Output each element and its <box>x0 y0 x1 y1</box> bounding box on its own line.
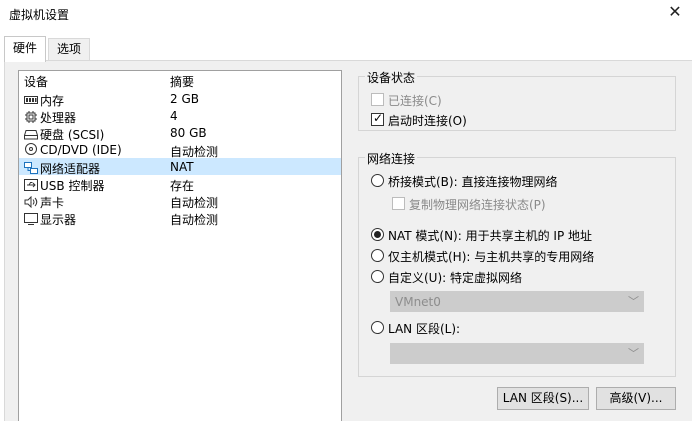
usb-icon <box>24 179 38 191</box>
radio-selected-dot <box>374 231 381 238</box>
chevron-down-icon: ﹀ <box>628 347 639 360</box>
tab-options[interactable]: 选项 <box>48 38 91 60</box>
host-only-label: 仅主机模式(H): 与主机共享的专用网络 <box>388 250 595 264</box>
device-status-title: 设备状态 <box>365 69 418 86</box>
title-bar: 虚拟机设置 ✕ <box>0 0 692 26</box>
lan-segments-button[interactable]: LAN 区段(S)... <box>497 387 589 410</box>
device-row-cd-dvd[interactable]: CD/DVD (IDE) 自动检测 <box>19 141 341 159</box>
device-name: 处理器 <box>40 111 77 125</box>
lan-segment-radio[interactable] <box>371 321 384 334</box>
device-summary: 自动检测 <box>170 213 219 227</box>
network-icon <box>24 162 38 174</box>
connect-at-power-on-label: 启动时连接(O) <box>388 114 467 128</box>
tab-strip: 硬件 选项 <box>0 36 692 62</box>
connected-checkbox[interactable] <box>371 93 384 106</box>
custom-radio[interactable] <box>371 270 384 283</box>
device-summary: 4 <box>170 109 178 123</box>
device-name: 网络适配器 <box>40 162 101 176</box>
custom-network-value: VMnet0 <box>395 295 441 309</box>
device-summary: NAT <box>170 160 194 174</box>
monitor-icon <box>24 213 38 225</box>
processor-icon <box>25 111 37 123</box>
device-summary: 80 GB <box>170 126 207 140</box>
connect-at-power-on-checkbox[interactable]: ✓ <box>371 111 384 126</box>
device-row-display[interactable]: 显示器 自动检测 <box>19 209 341 227</box>
replicate-state-checkbox[interactable] <box>392 197 405 210</box>
network-connection-title: 网络连接 <box>365 150 418 167</box>
nat-radio[interactable] <box>371 228 384 241</box>
column-header-device[interactable]: 设备 <box>24 73 48 90</box>
device-name: 显示器 <box>40 213 77 227</box>
lan-segment-select[interactable]: ﹀ <box>390 343 644 364</box>
custom-label: 自定义(U): 特定虚拟网络 <box>388 271 523 285</box>
nat-label: NAT 模式(N): 用于共享主机的 IP 地址 <box>388 229 593 243</box>
device-list[interactable]: 设备 摘要 内存 2 GB 处理器 4 硬盘 (SCSI) 80 GB CD/D… <box>18 70 342 421</box>
device-row-harddisk[interactable]: 硬盘 (SCSI) 80 GB <box>19 124 341 142</box>
device-name: 内存 <box>40 94 65 108</box>
column-header-summary[interactable]: 摘要 <box>170 73 194 90</box>
chevron-down-icon: ﹀ <box>628 295 639 308</box>
device-name: 硬盘 (SCSI) <box>40 128 105 142</box>
bridged-label: 桥接模式(B): 直接连接物理网络 <box>388 175 558 189</box>
device-row-processor[interactable]: 处理器 4 <box>19 107 341 125</box>
host-only-radio[interactable] <box>371 249 384 262</box>
replicate-state-label: 复制物理网络连接状态(P) <box>409 198 546 212</box>
lan-segment-label: LAN 区段(L): <box>388 322 461 336</box>
harddisk-icon <box>24 130 38 140</box>
device-name: USB 控制器 <box>40 179 105 193</box>
device-summary: 2 GB <box>170 92 199 106</box>
device-row-network-adapter[interactable]: 网络适配器 NAT <box>19 158 341 176</box>
window-title: 虚拟机设置 <box>9 8 70 22</box>
device-row-memory[interactable]: 内存 2 GB <box>19 90 341 108</box>
checkmark-icon: ✓ <box>373 111 384 125</box>
memory-icon <box>24 96 38 104</box>
connected-label: 已连接(C) <box>388 94 442 108</box>
close-icon[interactable]: ✕ <box>664 2 686 22</box>
sound-icon <box>24 196 38 208</box>
device-list-header: 设备 摘要 <box>19 71 341 89</box>
device-name: CD/DVD (IDE) <box>40 143 122 157</box>
device-row-usb[interactable]: USB 控制器 存在 <box>19 175 341 193</box>
tab-hardware[interactable]: 硬件 <box>4 36 47 62</box>
device-name: 声卡 <box>40 196 65 210</box>
device-row-sound[interactable]: 声卡 自动检测 <box>19 192 341 210</box>
custom-network-select[interactable]: VMnet0 ﹀ <box>390 291 644 312</box>
cd-icon <box>25 143 37 155</box>
advanced-button[interactable]: 高级(V)... <box>596 387 676 410</box>
bridged-radio[interactable] <box>371 174 384 187</box>
